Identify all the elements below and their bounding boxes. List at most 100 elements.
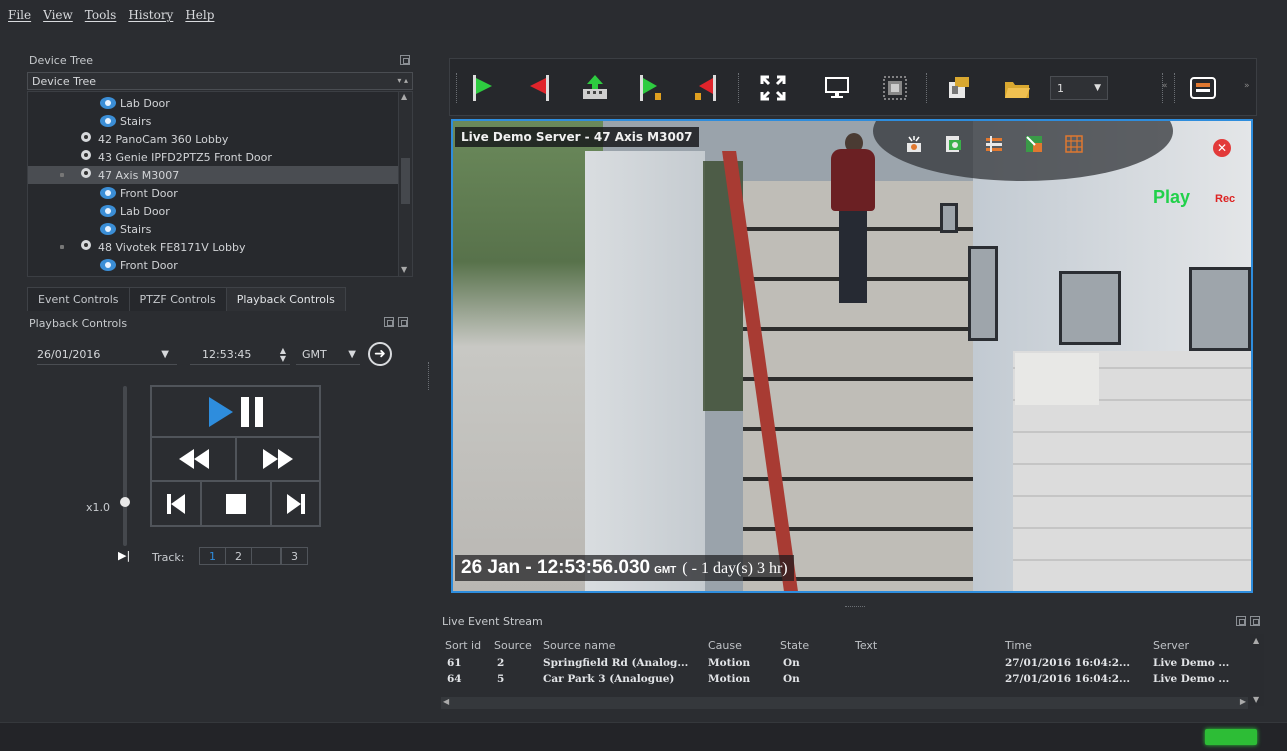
camera-view-icon bbox=[100, 259, 116, 271]
zoom-region-icon[interactable] bbox=[1025, 135, 1043, 153]
device-tree-panel-title: Device Tree bbox=[29, 54, 94, 67]
cell-source-name: Car Park 3 (Analogue) bbox=[543, 673, 675, 685]
event-table-vertical-scrollbar[interactable]: ▲ ▼ bbox=[1250, 634, 1264, 706]
scroll-left-icon[interactable]: ◀ bbox=[443, 697, 449, 706]
menu-help[interactable]: Help bbox=[185, 8, 214, 22]
alarm-camera-icon[interactable] bbox=[905, 135, 923, 153]
float-panel-icon[interactable] bbox=[400, 55, 410, 65]
float-panel-icon[interactable] bbox=[1236, 616, 1246, 626]
column-header[interactable]: Source name bbox=[543, 639, 615, 652]
menu-file[interactable]: File bbox=[8, 8, 31, 22]
fast-forward-button[interactable] bbox=[236, 437, 320, 481]
spinner-arrows-icon[interactable]: ▲ ▼ bbox=[280, 346, 286, 363]
close-panel-icon[interactable] bbox=[1250, 616, 1260, 626]
privacy-grid-icon[interactable] bbox=[1065, 135, 1083, 153]
mark-in-button[interactable] bbox=[636, 73, 666, 103]
skip-end-button[interactable] bbox=[271, 481, 320, 526]
cell-server: Live Demo ... bbox=[1153, 673, 1230, 685]
column-header[interactable]: Cause bbox=[708, 639, 742, 652]
tree-item-selected[interactable]: 47 Axis M3007 bbox=[28, 166, 398, 184]
menu-view[interactable]: View bbox=[43, 8, 73, 22]
close-video-icon[interactable]: ✕ bbox=[1213, 139, 1231, 157]
scroll-down-icon[interactable]: ▼ bbox=[401, 265, 407, 274]
vertical-splitter[interactable] bbox=[428, 362, 430, 390]
video-scene-window bbox=[453, 121, 603, 591]
tree-item[interactable]: Lab Door bbox=[28, 94, 398, 112]
column-header[interactable]: State bbox=[780, 639, 809, 652]
tree-expander-icon[interactable] bbox=[60, 173, 64, 177]
date-picker[interactable]: 26/01/2016 ▼ bbox=[37, 345, 177, 365]
track-button-1[interactable]: 1 bbox=[199, 547, 226, 565]
layout-select[interactable]: 1 ▼ bbox=[1050, 76, 1108, 100]
track-button-2[interactable]: 2 bbox=[225, 547, 252, 565]
tree-item[interactable]: Lab Door bbox=[28, 202, 398, 220]
column-header[interactable]: Server bbox=[1153, 639, 1189, 652]
scroll-down-icon[interactable]: ▼ bbox=[1253, 695, 1259, 704]
table-row[interactable]: 64 5 Car Park 3 (Analogue) Motion On 27/… bbox=[442, 671, 1254, 687]
play-forward-button[interactable] bbox=[468, 73, 498, 103]
tab-event-controls[interactable]: Event Controls bbox=[27, 287, 130, 311]
horizontal-splitter[interactable] bbox=[845, 606, 865, 608]
timezone-select[interactable]: GMT ▼ bbox=[296, 345, 360, 365]
scroll-up-icon[interactable]: ▲ bbox=[401, 92, 407, 101]
video-overlay-toolbar bbox=[905, 135, 1105, 153]
tree-item[interactable]: 43 Genie IPFD2PTZ5 Front Door bbox=[28, 148, 398, 166]
menu-tools[interactable]: Tools bbox=[85, 8, 117, 22]
track-button-3[interactable]: 3 bbox=[281, 547, 308, 565]
column-header[interactable]: Sort id bbox=[445, 639, 481, 652]
stop-button[interactable] bbox=[201, 481, 271, 526]
toolbar-overflow-icon[interactable]: » bbox=[1244, 81, 1250, 91]
tree-expander-icon[interactable] bbox=[60, 245, 64, 249]
rewind-button[interactable] bbox=[151, 437, 236, 481]
play-pause-button[interactable] bbox=[151, 386, 320, 437]
fullscreen-button[interactable] bbox=[758, 73, 788, 103]
speed-slider-knob[interactable] bbox=[120, 497, 130, 507]
camera-video-view[interactable]: Live Demo Server - 47 Axis M3007 ✕ Play … bbox=[451, 119, 1253, 593]
toolbar-grip[interactable] bbox=[456, 73, 458, 103]
layout-button[interactable] bbox=[880, 73, 910, 103]
tab-playback-controls[interactable]: Playback Controls bbox=[225, 287, 346, 311]
close-panel-icon[interactable] bbox=[398, 317, 408, 327]
skip-start-icon bbox=[167, 493, 185, 514]
table-row[interactable]: 61 2 Springfield Rd (Analog... Motion On… bbox=[442, 655, 1254, 671]
play-reverse-button[interactable] bbox=[524, 73, 554, 103]
video-timestamp: 26 Jan - 12:53:56.030 GMT ( - 1 day(s) 3… bbox=[455, 555, 794, 581]
monitor-button[interactable] bbox=[822, 73, 852, 103]
tree-scrollbar[interactable]: ▲ ▼ bbox=[398, 92, 412, 276]
speed-slider-track[interactable] bbox=[123, 386, 127, 546]
tree-item[interactable]: Stairs bbox=[28, 112, 398, 130]
open-folder-button[interactable] bbox=[1002, 73, 1032, 103]
video-wall-button[interactable] bbox=[1188, 73, 1218, 103]
snapshot-icon[interactable] bbox=[945, 135, 963, 153]
toolbar-overflow-icon[interactable]: « bbox=[1162, 81, 1168, 91]
skip-start-button[interactable] bbox=[151, 481, 201, 526]
device-tree-combo[interactable]: Device Tree ▾ ▴ bbox=[27, 72, 413, 90]
tree-item[interactable]: 42 PanoCam 360 Lobby bbox=[28, 130, 398, 148]
control-tabs: Event Controls PTZF Controls Playback Co… bbox=[27, 287, 346, 311]
column-header[interactable]: Text bbox=[855, 639, 877, 652]
mark-out-button[interactable] bbox=[690, 73, 720, 103]
tree-item[interactable]: Stairs bbox=[28, 220, 398, 238]
menu-history[interactable]: History bbox=[128, 8, 173, 22]
scroll-right-icon[interactable]: ▶ bbox=[1240, 697, 1246, 706]
column-header[interactable]: Time bbox=[1005, 639, 1032, 652]
event-table-horizontal-scrollbar[interactable]: ◀ ▶ bbox=[441, 697, 1248, 709]
tree-item[interactable]: Front Door bbox=[28, 184, 398, 202]
webcam-icon bbox=[80, 168, 92, 182]
tab-label: PTZF Controls bbox=[139, 293, 216, 306]
timeline-icon[interactable] bbox=[985, 135, 1003, 153]
scroll-up-icon[interactable]: ▲ bbox=[1253, 636, 1259, 645]
tree-item[interactable]: Front Door bbox=[28, 256, 398, 274]
float-panel-icon[interactable] bbox=[384, 317, 394, 327]
scroll-thumb[interactable] bbox=[401, 158, 410, 204]
video-scene-pillar bbox=[585, 151, 705, 591]
open-view-button[interactable] bbox=[944, 73, 974, 103]
tree-item[interactable]: 48 Vivotek FE8171V Lobby bbox=[28, 238, 398, 256]
camera-view-icon bbox=[100, 97, 116, 109]
go-to-time-arrow-icon[interactable]: ➜ bbox=[368, 342, 392, 366]
tab-ptzf-controls[interactable]: PTZF Controls bbox=[128, 287, 227, 311]
time-spinner[interactable]: 12:53:45 ▲ ▼ bbox=[190, 345, 290, 365]
column-header[interactable]: Source bbox=[494, 639, 532, 652]
export-button[interactable] bbox=[580, 73, 610, 103]
step-frame-icon[interactable]: ▶| bbox=[118, 549, 130, 562]
